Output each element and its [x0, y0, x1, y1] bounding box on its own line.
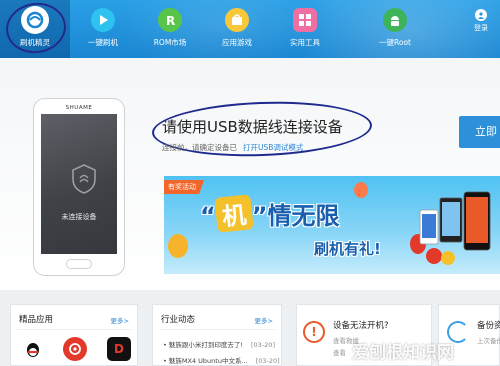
nav-label: ROM市场: [153, 38, 187, 47]
boot-rescue-line: 查看: [333, 349, 346, 357]
nav-item-one-click-root[interactable]: 一键Root: [360, 0, 430, 58]
login-button[interactable]: 登录: [474, 9, 488, 33]
promo-headline-ji: 机: [214, 194, 254, 233]
dapeei-icon-text: D: [114, 342, 124, 356]
promo-banner[interactable]: 有奖活动 “机 ”情无限 刷机有礼!: [164, 176, 500, 274]
netease-music-icon[interactable]: [63, 337, 87, 361]
industry-news-more-link[interactable]: 更多>: [255, 315, 273, 325]
news-date: [03-20]: [255, 357, 280, 365]
hint-text: 连接前，请确定设备已: [162, 143, 237, 152]
qq-icon[interactable]: [21, 337, 45, 361]
industry-news-panel: 行业动态 更多> • 魅族跟小米打到印度去了! [03-20] • 魅族MX4 U…: [152, 304, 282, 366]
android-icon: [383, 8, 407, 32]
login-label: 登录: [474, 24, 488, 32]
promo-subline: 刷机有礼!: [314, 240, 381, 258]
nav-item-tools[interactable]: 实用工具: [270, 0, 340, 58]
warning-icon: !: [303, 321, 325, 343]
news-item[interactable]: • 魅族MX4 Ubuntu中文系... [03-20]: [163, 355, 280, 365]
user-icon: [475, 9, 487, 21]
phones-illustration: [419, 191, 491, 265]
promo-headline: “机 ”情无限: [200, 194, 340, 233]
news-text: 魅族MX4 Ubuntu中文系...: [168, 357, 248, 365]
dapeei-icon[interactable]: D: [107, 337, 131, 361]
nav-label: 应用游戏: [222, 38, 252, 47]
play-icon: [91, 8, 115, 32]
nav-item-one-click-flash[interactable]: 一键刷机: [68, 0, 138, 58]
industry-news-title: 行业动态: [161, 315, 196, 325]
nav-label: 实用工具: [290, 38, 320, 47]
bag-icon: [225, 8, 249, 32]
site-watermark: 爱刨根知识网: [352, 343, 454, 363]
featured-apps-more-link[interactable]: 更多>: [111, 315, 129, 325]
nav-item-rom-market[interactable]: R ROM市场: [135, 0, 205, 58]
featured-apps-panel: 精品应用 更多> D: [10, 304, 138, 366]
news-text: 魅族跟小米打到印度去了!: [168, 341, 244, 349]
rom-icon: R: [158, 8, 182, 32]
promo-tag: 有奖活动: [164, 180, 204, 194]
phone-brand: SHUAME: [65, 105, 93, 111]
svg-text:R: R: [166, 14, 175, 27]
nav-label: 一键Root: [379, 38, 411, 47]
backup-title: 备份资: [477, 321, 500, 331]
connect-now-button[interactable]: 立即: [459, 116, 500, 148]
usb-debug-link[interactable]: 打开USB调试模式: [243, 143, 303, 152]
phone-screen: 未连接设备: [41, 114, 117, 254]
device-status: 未连接设备: [61, 213, 97, 221]
shield-icon: [72, 164, 96, 194]
featured-apps-title: 精品应用: [19, 315, 54, 325]
quote-open: “: [200, 202, 216, 230]
phone-illustration: SHUAME 未连接设备: [33, 98, 125, 276]
news-item[interactable]: • 魅族跟小米打到印度去了! [03-20]: [163, 339, 275, 349]
quote-close: ”: [251, 202, 268, 230]
promo-headline-rest: 情无限: [267, 202, 340, 230]
news-date: [03-20]: [251, 341, 275, 349]
grid-icon: [293, 8, 317, 32]
nav-item-apps-games[interactable]: 应用游戏: [202, 0, 272, 58]
boot-rescue-title: 设备无法开机?: [333, 321, 389, 331]
connect-hint: 连接前，请确定设备已 打开USB调试模式: [162, 142, 303, 153]
balloon-decoration: [354, 182, 368, 198]
balloon-decoration: [168, 234, 188, 258]
top-nav-bar: 刷机精灵 一键刷机 R ROM市场 应用游戏 实用工具 一键Root 登录: [0, 0, 500, 58]
nav-label: 一键刷机: [88, 38, 118, 47]
phone-home-button: [66, 259, 92, 269]
backup-line: 上次备份: [477, 337, 500, 345]
